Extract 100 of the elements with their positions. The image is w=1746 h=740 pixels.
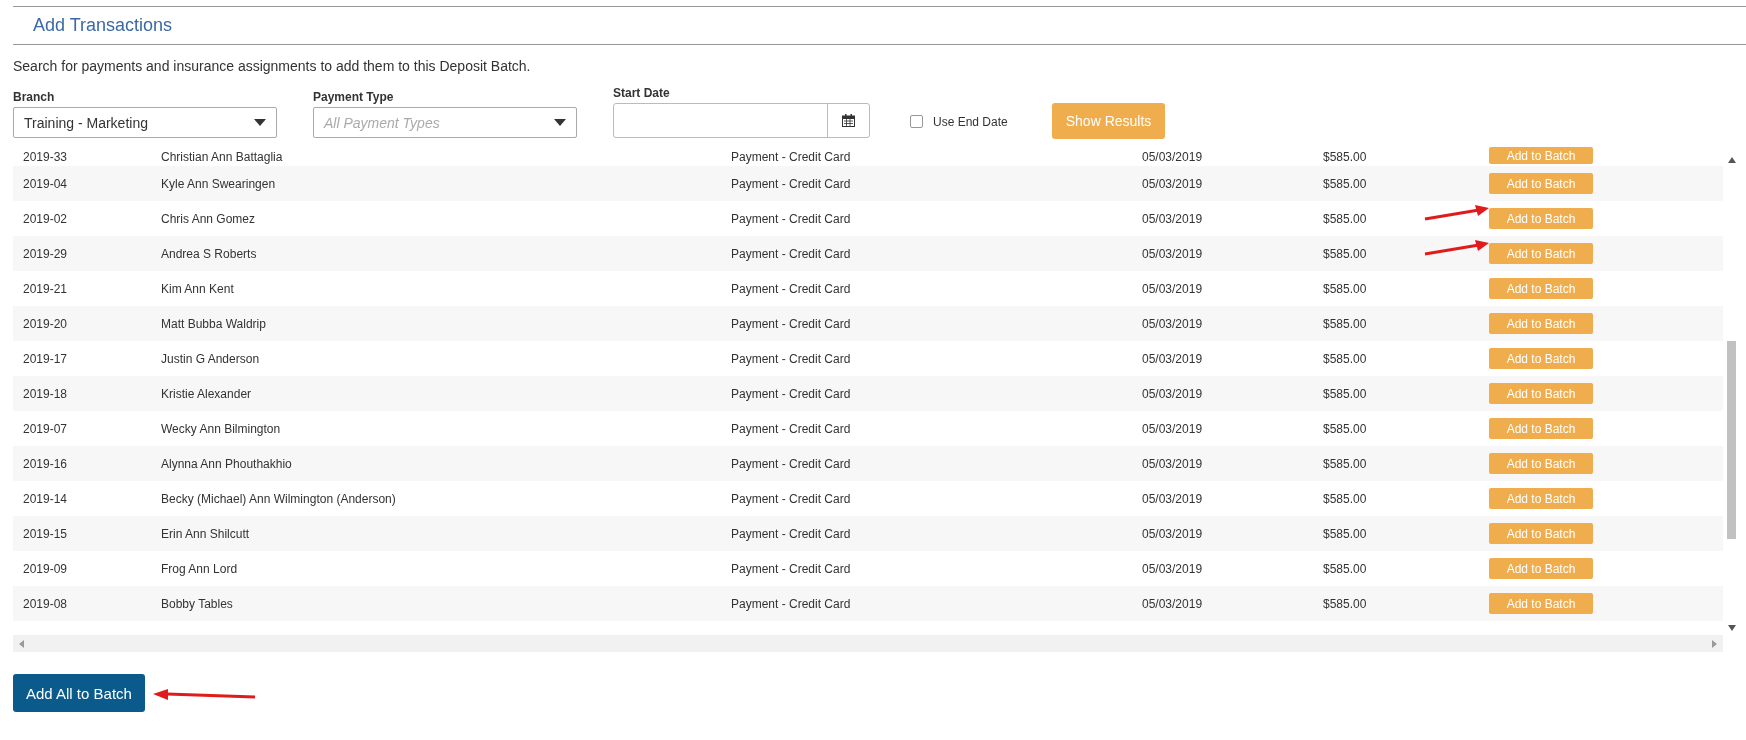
- table-cell-text: $585.00: [1323, 150, 1368, 164]
- scroll-right-icon[interactable]: [1712, 639, 1717, 648]
- table-cell-text: Frog Ann Lord: [161, 561, 239, 576]
- table-cell-text: Payment - Credit Card: [731, 456, 852, 471]
- arrow-annotation: [1423, 205, 1491, 221]
- table-cell-text: $585.00: [1323, 351, 1368, 366]
- table-cell-text: Payment - Credit Card: [731, 150, 852, 164]
- field-label: Branch: [13, 90, 56, 104]
- add-to-batch-button[interactable]: Add to Batch: [1489, 453, 1593, 474]
- calendar-icon: [842, 114, 855, 127]
- table-cell-text: Chris Ann Gomez: [161, 211, 257, 226]
- table-cell-text: Alynna Ann Phouthakhio: [161, 456, 293, 471]
- table-cell-text: 2019-29: [22, 246, 69, 261]
- add-to-batch-button[interactable]: Add to Batch: [1489, 523, 1593, 544]
- add-all-to-batch-button[interactable]: Add All to Batch: [13, 674, 145, 712]
- table-cell-text: $585.00: [1323, 421, 1368, 436]
- caret-icon: [554, 119, 566, 126]
- add-to-batch-button[interactable]: Add to Batch: [1489, 173, 1593, 194]
- add-to-batch-button[interactable]: Add to Batch: [1489, 313, 1593, 334]
- table-cell-text: Payment - Credit Card: [731, 211, 852, 226]
- arrow-annotation: [1423, 240, 1491, 256]
- table-cell-text: Payment - Credit Card: [731, 281, 852, 296]
- table-cell-text: 05/03/2019: [1142, 386, 1204, 401]
- start-date-field[interactable]: [613, 103, 870, 138]
- table-cell-text: Andrea S Roberts: [161, 246, 258, 261]
- table-cell-text: 05/03/2019: [1142, 176, 1204, 191]
- payment-type-dropdown[interactable]: All Payment Types: [313, 107, 577, 138]
- table-cell-text: $585.00: [1323, 491, 1368, 506]
- table-cell-text: 05/03/2019: [1142, 456, 1204, 471]
- scroll-up-icon[interactable]: [1727, 157, 1736, 163]
- add-to-batch-button[interactable]: Add to Batch: [1489, 208, 1593, 229]
- table-cell-text: $585.00: [1323, 596, 1368, 611]
- table-cell-text: 05/03/2019: [1142, 491, 1204, 506]
- table-cell-text: 2019-15: [22, 526, 69, 541]
- add-to-batch-button[interactable]: Add to Batch: [1489, 418, 1593, 439]
- table-cell-text: Payment - Credit Card: [731, 386, 852, 401]
- field-label: Payment Type: [313, 90, 395, 104]
- table-cell-text: 2019-16: [22, 456, 69, 471]
- checkbox-label: Use End Date: [933, 114, 1008, 129]
- table-cell-text: 2019-07: [22, 421, 69, 436]
- table-cell-text: 05/03/2019: [1142, 150, 1204, 164]
- table-cell-text: 2019-14: [22, 491, 69, 506]
- table-cell-text: 2019-33: [22, 150, 69, 164]
- table-cell-text: 05/03/2019: [1142, 316, 1204, 331]
- table-cell-text: Payment - Credit Card: [731, 526, 852, 541]
- table-cell-text: Payment - Credit Card: [731, 491, 852, 506]
- table-cell-text: Christian Ann Battaglia: [161, 150, 284, 164]
- table-cell-text: Payment - Credit Card: [731, 596, 852, 611]
- branch-dropdown[interactable]: Training - Marketing: [13, 107, 277, 138]
- table-cell-text: $585.00: [1323, 386, 1368, 401]
- table-cell-text: 2019-17: [22, 351, 69, 366]
- add-to-batch-button[interactable]: Add to Batch: [1489, 243, 1593, 264]
- table-cell-text: $585.00: [1323, 246, 1368, 261]
- table-cell-text: Kim Ann Kent: [161, 281, 235, 296]
- add-to-batch-button[interactable]: Add to Batch: [1489, 558, 1593, 579]
- caret-icon: [254, 119, 266, 126]
- table-cell-text: $585.00: [1323, 211, 1368, 226]
- table-cell-text: 05/03/2019: [1142, 596, 1204, 611]
- table-cell-text: 2019-18: [22, 386, 69, 401]
- table-cell-text: Becky (Michael) Ann Wilmington (Anderson): [161, 491, 397, 506]
- table-cell-text: $585.00: [1323, 561, 1368, 576]
- table-cell-text: Kyle Ann Swearingen: [161, 176, 277, 191]
- add-to-batch-button[interactable]: Add to Batch: [1489, 147, 1593, 164]
- table-cell-text: 2019-09: [22, 561, 69, 576]
- table-cell-text: 2019-04: [22, 176, 69, 191]
- table-cell-text: 2019-20: [22, 316, 69, 331]
- scrollbar-thumb[interactable]: [1727, 341, 1736, 539]
- add-to-batch-button[interactable]: Add to Batch: [1489, 348, 1593, 369]
- table-cell-text: 2019-02: [22, 211, 69, 226]
- table-cell-text: Erin Ann Shilcutt: [161, 526, 251, 541]
- table-cell-text: Payment - Credit Card: [731, 176, 852, 191]
- table-cell-text: $585.00: [1323, 456, 1368, 471]
- description: Search for payments and insurance assignments to add them to this Deposit Batch.: [13, 58, 532, 74]
- add-to-batch-button[interactable]: Add to Batch: [1489, 383, 1593, 404]
- table-cell-text: 05/03/2019: [1142, 526, 1204, 541]
- table-cell-text: 2019-08: [22, 596, 69, 611]
- table-cell-text: Wecky Ann Bilmington: [161, 421, 282, 436]
- table-cell-text: Payment - Credit Card: [731, 561, 852, 576]
- table-cell-text: Kristie Alexander: [161, 386, 253, 401]
- scroll-left-icon[interactable]: [19, 639, 24, 648]
- show-results-button[interactable]: Show Results: [1051, 103, 1166, 139]
- add-to-batch-button[interactable]: Add to Batch: [1489, 593, 1593, 614]
- table-cell-text: 2019-21: [22, 281, 69, 296]
- table-cell-text: Bobby Tables: [161, 596, 234, 611]
- table-cell-text: 05/03/2019: [1142, 281, 1204, 296]
- section-title: Add Transactions: [33, 15, 173, 36]
- field-label: Start Date: [613, 86, 671, 100]
- table-cell-text: Payment - Credit Card: [731, 351, 852, 366]
- horizontal-scrollbar[interactable]: [13, 635, 1723, 652]
- table-cell-text: $585.00: [1323, 316, 1368, 331]
- table-cell-text: Payment - Credit Card: [731, 316, 852, 331]
- table-cell-text: $585.00: [1323, 281, 1368, 296]
- add-to-batch-button[interactable]: Add to Batch: [1489, 278, 1593, 299]
- add-to-batch-button[interactable]: Add to Batch: [1489, 488, 1593, 509]
- table-cell-text: $585.00: [1323, 176, 1368, 191]
- scroll-down-icon[interactable]: [1727, 625, 1736, 631]
- table-cell-text: Payment - Credit Card: [731, 246, 852, 261]
- use-end-date-checkbox[interactable]: [910, 115, 923, 128]
- table-cell-text: $585.00: [1323, 526, 1368, 541]
- table-cell-text: 05/03/2019: [1142, 421, 1204, 436]
